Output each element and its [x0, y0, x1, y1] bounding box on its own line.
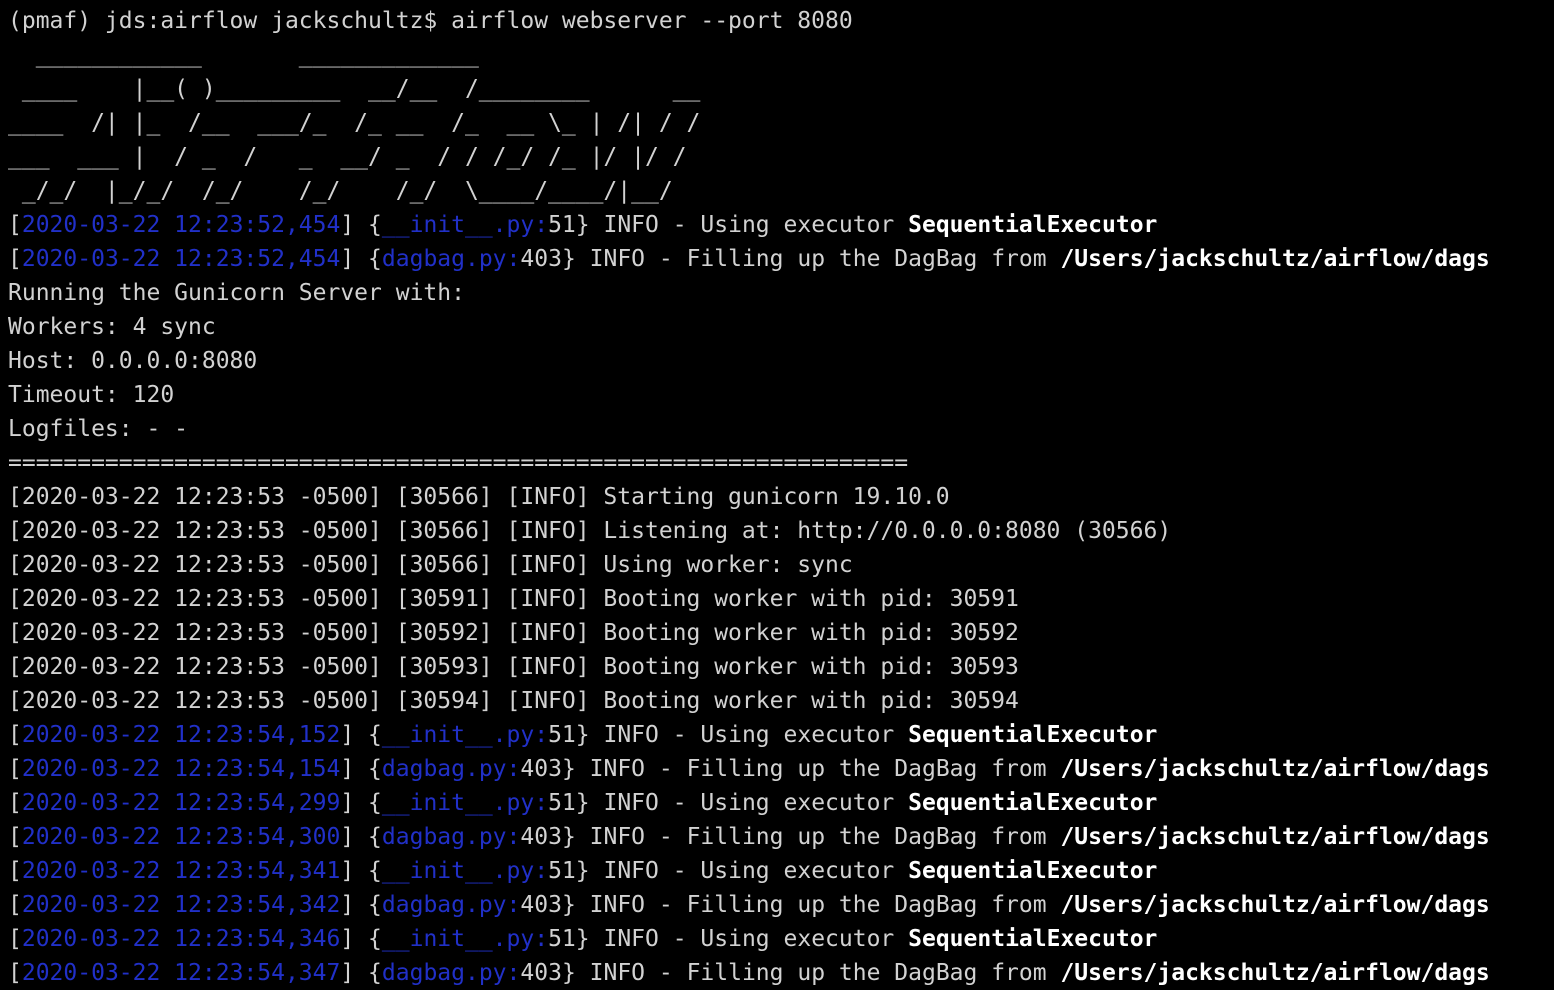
log-source-file: __init__.py:	[381, 212, 549, 238]
gunicorn-log-line: [2020-03-22 12:23:53 -0500] [30566] [INF…	[8, 484, 950, 510]
log-timestamp: 2020-03-22 12:23:52,454	[21, 246, 341, 272]
log-timestamp: 2020-03-22 12:23:54,346	[21, 926, 341, 952]
log-message: INFO - Using executor	[589, 790, 909, 816]
airflow-log-group-bottom: [2020-03-22 12:23:54,152] {__init__.py:5…	[8, 718, 1554, 990]
log-timestamp: 2020-03-22 12:23:54,299	[21, 790, 341, 816]
log-line-number: 403	[520, 892, 562, 918]
banner-line: ____ |__( )_________ __/__ /________ __	[8, 76, 701, 102]
airflow-log-line: [2020-03-22 12:23:52,454] {__init__.py:5…	[8, 212, 1158, 238]
log-line-number: 51	[548, 212, 576, 238]
log-line-number: 51	[548, 926, 576, 952]
airflow-log-line: [2020-03-22 12:23:54,341] {__init__.py:5…	[8, 858, 1158, 884]
log-target: /Users/jackschultz/airflow/dags	[1060, 246, 1490, 272]
log-source-file: dagbag.py:	[381, 892, 521, 918]
gunicorn-log-line: [2020-03-22 12:23:53 -0500] [30591] [INF…	[8, 586, 1019, 612]
airflow-log-line: [2020-03-22 12:23:54,346] {__init__.py:5…	[8, 926, 1158, 952]
gunicorn-config-line: Running the Gunicorn Server with:	[8, 280, 465, 306]
banner-line: ____________ _____________	[8, 42, 479, 68]
log-timestamp: 2020-03-22 12:23:54,341	[21, 858, 341, 884]
gunicorn-log-line: [2020-03-22 12:23:53 -0500] [30593] [INF…	[8, 654, 1019, 680]
log-source-file: dagbag.py:	[381, 246, 521, 272]
log-timestamp: 2020-03-22 12:23:52,454	[21, 212, 341, 238]
log-line-number: 51	[548, 722, 576, 748]
gunicorn-log-line: [2020-03-22 12:23:53 -0500] [30594] [INF…	[8, 688, 1019, 714]
log-target: /Users/jackschultz/airflow/dags	[1060, 960, 1490, 986]
log-line-number: 51	[548, 858, 576, 884]
log-target: /Users/jackschultz/airflow/dags	[1060, 892, 1490, 918]
airflow-log-line: [2020-03-22 12:23:54,299] {__init__.py:5…	[8, 790, 1158, 816]
log-target: SequentialExecutor	[908, 858, 1158, 884]
log-message: INFO - Using executor	[589, 858, 909, 884]
log-message: INFO - Filling up the DagBag from	[575, 960, 1061, 986]
gunicorn-config-block: Running the Gunicorn Server with: Worker…	[8, 276, 1554, 446]
log-line-number: 51	[548, 790, 576, 816]
gunicorn-config-line: Host: 0.0.0.0:8080	[8, 348, 258, 374]
log-line-number: 403	[520, 246, 562, 272]
command-prompt: (pmaf) jds:airflow jackschultz$ airflow …	[8, 8, 853, 34]
log-target: SequentialExecutor	[908, 212, 1158, 238]
log-source-file: __init__.py:	[381, 926, 549, 952]
log-line-number: 403	[520, 960, 562, 986]
airflow-log-line: [2020-03-22 12:23:54,152] {__init__.py:5…	[8, 722, 1158, 748]
airflow-ascii-banner: ____________ _____________ ____ |__( )__…	[8, 38, 1554, 208]
log-message: INFO - Using executor	[589, 926, 909, 952]
log-target: SequentialExecutor	[908, 790, 1158, 816]
airflow-log-line: [2020-03-22 12:23:54,347] {dagbag.py:403…	[8, 960, 1490, 986]
airflow-log-line: [2020-03-22 12:23:54,300] {dagbag.py:403…	[8, 824, 1490, 850]
log-message: INFO - Filling up the DagBag from	[575, 892, 1061, 918]
gunicorn-log-line: [2020-03-22 12:23:53 -0500] [30566] [INF…	[8, 552, 853, 578]
gunicorn-log-line: [2020-03-22 12:23:53 -0500] [30592] [INF…	[8, 620, 1019, 646]
log-timestamp: 2020-03-22 12:23:54,300	[21, 824, 341, 850]
gunicorn-config-line: Workers: 4 sync	[8, 314, 216, 340]
log-timestamp: 2020-03-22 12:23:54,342	[21, 892, 341, 918]
log-source-file: __init__.py:	[381, 790, 549, 816]
banner-line: _/_/ |_/_/ /_/ /_/ /_/ \____/____/|__/	[8, 178, 673, 204]
gunicorn-log-block: [2020-03-22 12:23:53 -0500] [30566] [INF…	[8, 480, 1554, 718]
separator-line: ========================================…	[8, 450, 909, 476]
log-target: /Users/jackschultz/airflow/dags	[1060, 824, 1490, 850]
log-message: INFO - Filling up the DagBag from	[575, 246, 1061, 272]
airflow-log-group-top: [2020-03-22 12:23:52,454] {__init__.py:5…	[8, 208, 1554, 276]
log-message: INFO - Using executor	[589, 722, 909, 748]
banner-line: ___ ___ | / _ / _ __/ _ / / /_/ /_ |/ |/…	[8, 144, 687, 170]
terminal-window[interactable]: (pmaf) jds:airflow jackschultz$ airflow …	[0, 0, 1554, 990]
terminal-output: (pmaf) jds:airflow jackschultz$ airflow …	[8, 4, 1554, 990]
log-timestamp: 2020-03-22 12:23:54,154	[21, 756, 341, 782]
log-message: INFO - Filling up the DagBag from	[575, 756, 1061, 782]
gunicorn-log-line: [2020-03-22 12:23:53 -0500] [30566] [INF…	[8, 518, 1172, 544]
log-source-file: dagbag.py:	[381, 960, 521, 986]
gunicorn-config-line: Timeout: 120	[8, 382, 175, 408]
banner-line: ____ /| |_ /__ ___/_ /_ __ /_ __ \_ | /|…	[8, 110, 701, 136]
gunicorn-config-line: Logfiles: - -	[8, 416, 189, 442]
airflow-log-line: [2020-03-22 12:23:54,342] {dagbag.py:403…	[8, 892, 1490, 918]
log-source-file: __init__.py:	[381, 722, 549, 748]
log-target: SequentialExecutor	[908, 926, 1158, 952]
log-target: /Users/jackschultz/airflow/dags	[1060, 756, 1490, 782]
airflow-log-line: [2020-03-22 12:23:52,454] {dagbag.py:403…	[8, 246, 1490, 272]
log-target: SequentialExecutor	[908, 722, 1158, 748]
log-line-number: 403	[520, 824, 562, 850]
log-message: INFO - Using executor	[589, 212, 909, 238]
log-timestamp: 2020-03-22 12:23:54,347	[21, 960, 341, 986]
log-source-file: __init__.py:	[381, 858, 549, 884]
airflow-log-line: [2020-03-22 12:23:54,154] {dagbag.py:403…	[8, 756, 1490, 782]
log-timestamp: 2020-03-22 12:23:54,152	[21, 722, 341, 748]
log-line-number: 403	[520, 756, 562, 782]
log-source-file: dagbag.py:	[381, 824, 521, 850]
log-message: INFO - Filling up the DagBag from	[575, 824, 1061, 850]
log-source-file: dagbag.py:	[381, 756, 521, 782]
